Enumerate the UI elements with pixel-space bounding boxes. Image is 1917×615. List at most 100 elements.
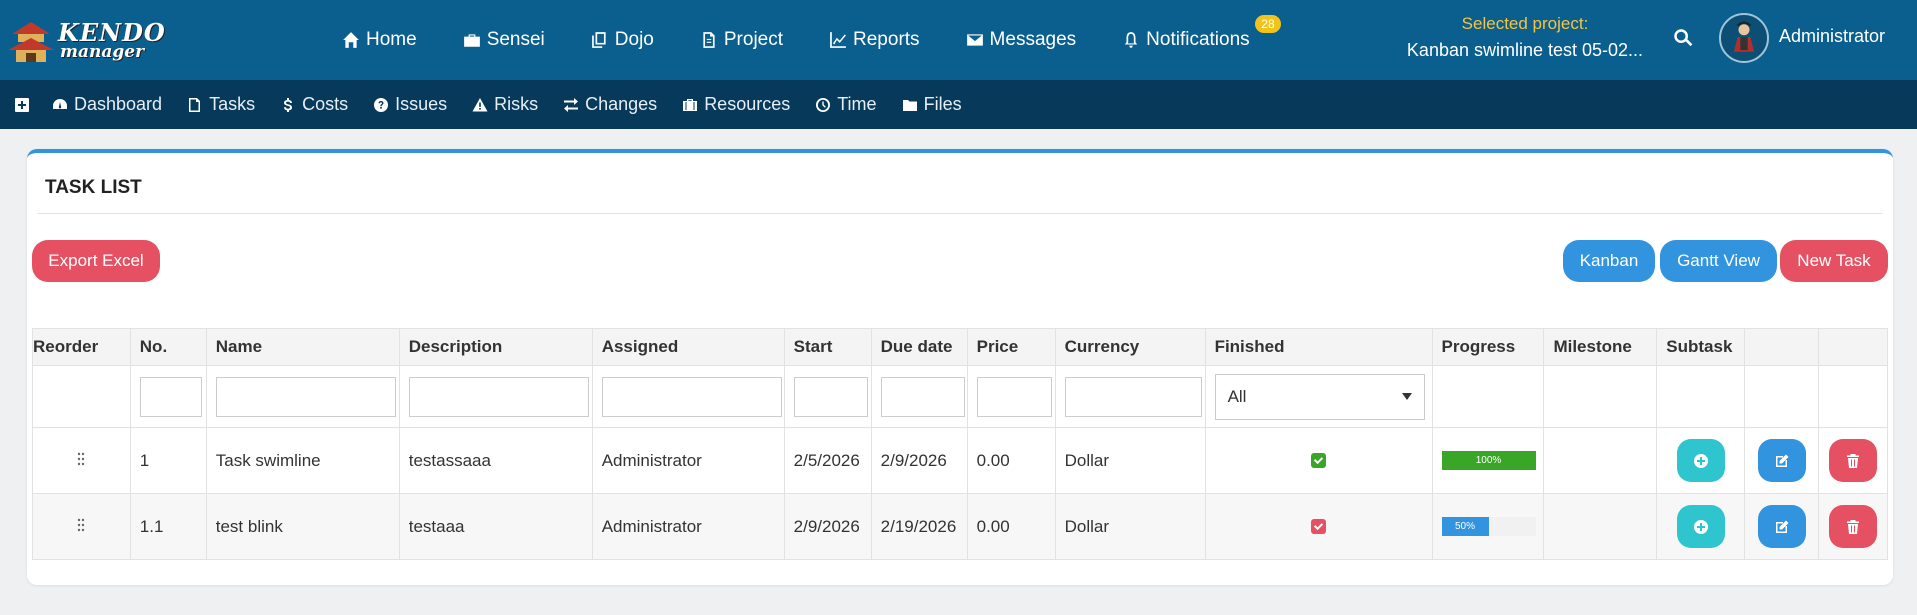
exchange-icon (564, 97, 579, 112)
selected-project-label: Selected project: (1461, 14, 1589, 33)
kanban-button[interactable]: Kanban (1563, 240, 1655, 282)
nav-reports[interactable]: Reports (829, 29, 920, 51)
subnav-tasks-label: Tasks (209, 94, 256, 114)
export-excel-button[interactable]: Export Excel (32, 240, 160, 282)
filter-price-input[interactable] (976, 376, 1052, 417)
subnav-issues-label: Issues (395, 94, 448, 114)
col-header-currency[interactable]: Currency (1054, 328, 1206, 366)
nav-sensei[interactable]: Sensei (463, 29, 545, 51)
table-row[interactable]: 1 Task swimline testassaaa Administrator… (32, 427, 1888, 494)
col-header-start[interactable]: Start (783, 328, 872, 366)
nav-messages-label: Messages (989, 29, 1077, 50)
cell-name[interactable]: test blink (205, 493, 400, 560)
new-task-button[interactable]: New Task (1780, 240, 1888, 282)
nav-project[interactable]: Project (700, 29, 783, 51)
filter-finished-select[interactable]: All (1214, 373, 1425, 420)
table-row[interactable]: 1.1 test blink testaaa Administrator 2/9… (32, 493, 1888, 560)
cell-currency: Dollar (1054, 493, 1206, 560)
subnav-dashboard-label: Dashboard (74, 94, 163, 114)
main-nav: Home Sensei Dojo Project Reports Message… (342, 0, 1296, 80)
briefcase-icon (463, 34, 480, 47)
subnav-risks[interactable]: Risks (472, 94, 538, 115)
subnav-resources[interactable]: Resources (682, 94, 790, 115)
task-list-card: TASK LIST Export Excel Kanban Gantt View… (27, 149, 1893, 585)
col-header-name[interactable]: Name (205, 328, 400, 366)
col-header-assigned[interactable]: Assigned (591, 328, 785, 366)
filter-cell-milestone (1543, 365, 1658, 428)
task-table: Reorder No. Name Description Assigned St… (32, 328, 1888, 560)
col-header-edit (1744, 328, 1820, 366)
delete-task-button[interactable] (1829, 439, 1877, 482)
user-name[interactable]: Administrator (1779, 26, 1885, 47)
filter-cell-edit (1744, 365, 1820, 428)
subnav-time[interactable]: Time (815, 94, 877, 115)
title-divider (37, 213, 1883, 214)
finished-checkbox[interactable] (1311, 452, 1327, 468)
col-header-reorder[interactable]: Reorder (32, 328, 131, 366)
finished-checkbox[interactable] (1311, 518, 1327, 534)
drag-handle-icon[interactable] (32, 493, 131, 560)
subnav-issues[interactable]: Issues (373, 94, 447, 115)
nav-messages[interactable]: Messages (966, 29, 1077, 51)
search-icon[interactable] (1673, 28, 1693, 48)
nav-home[interactable]: Home (342, 29, 417, 51)
col-header-due-date[interactable]: Due date (870, 328, 968, 366)
cell-subtask (1656, 493, 1746, 560)
subnav-dashboard[interactable]: Dashboard (52, 94, 162, 115)
home-icon (343, 32, 359, 48)
filter-no-input[interactable] (139, 376, 202, 417)
cell-subtask (1656, 427, 1746, 494)
add-subtask-button[interactable] (1676, 439, 1725, 482)
col-header-delete (1818, 328, 1888, 366)
subnav-changes[interactable]: Changes (563, 94, 657, 115)
check-icon (1313, 522, 1324, 530)
cell-delete (1818, 427, 1888, 494)
filter-currency-input[interactable] (1064, 376, 1202, 417)
subnav-costs[interactable]: Costs (280, 94, 348, 115)
cell-due-date: 2/19/2026 (870, 493, 968, 560)
edit-task-button[interactable] (1757, 505, 1806, 548)
selected-project[interactable]: Selected project: Kanban swimline test 0… (1395, 14, 1655, 61)
cell-description: testaaa (398, 493, 593, 560)
subnav-costs-label: Costs (302, 94, 349, 114)
user-avatar[interactable] (1719, 13, 1769, 63)
subnav-resources-label: Resources (704, 94, 791, 114)
kendo-manager-logo[interactable]: KENDO manager (6, 14, 165, 66)
cell-assigned: Administrator (591, 427, 785, 494)
filter-name-input[interactable] (215, 376, 396, 417)
filter-start-input[interactable] (793, 376, 868, 417)
caret-down-icon (1401, 392, 1412, 400)
delete-task-button[interactable] (1829, 505, 1877, 548)
gantt-view-button[interactable]: Gantt View (1660, 240, 1777, 282)
col-header-no[interactable]: No. (129, 328, 207, 366)
edit-task-button[interactable] (1757, 439, 1806, 482)
cell-start: 2/9/2026 (783, 493, 872, 560)
col-header-progress[interactable]: Progress (1431, 328, 1545, 366)
add-button[interactable] (14, 97, 30, 113)
filter-cell-progress (1431, 365, 1545, 428)
plus-circle-icon (1693, 519, 1708, 534)
col-header-price[interactable]: Price (966, 328, 1056, 366)
filter-due-date-input[interactable] (880, 376, 965, 417)
subnav-tasks[interactable]: Tasks (187, 94, 255, 115)
col-header-milestone[interactable]: Milestone (1543, 328, 1658, 366)
nav-notifications[interactable]: Notifications 28 (1122, 15, 1281, 51)
nav-sensei-label: Sensei (486, 29, 545, 50)
col-header-description[interactable]: Description (398, 328, 593, 366)
cell-no: 1 (129, 427, 207, 494)
filter-assigned-input[interactable] (601, 376, 782, 417)
cell-delete (1818, 493, 1888, 560)
col-header-finished[interactable]: Finished (1204, 328, 1433, 366)
plus-circle-icon (1693, 453, 1708, 468)
drag-handle-icon[interactable] (32, 427, 131, 494)
folder-icon (902, 99, 917, 111)
dashboard-icon (53, 98, 67, 109)
add-subtask-button[interactable] (1676, 505, 1725, 548)
cell-start: 2/5/2026 (783, 427, 872, 494)
col-header-subtask[interactable]: Subtask (1656, 328, 1746, 366)
filter-description-input[interactable] (408, 376, 589, 417)
cell-name[interactable]: Task swimline (205, 427, 400, 494)
cell-progress: 100% (1431, 427, 1545, 494)
subnav-files[interactable]: Files (902, 94, 962, 115)
nav-dojo[interactable]: Dojo (591, 29, 654, 51)
